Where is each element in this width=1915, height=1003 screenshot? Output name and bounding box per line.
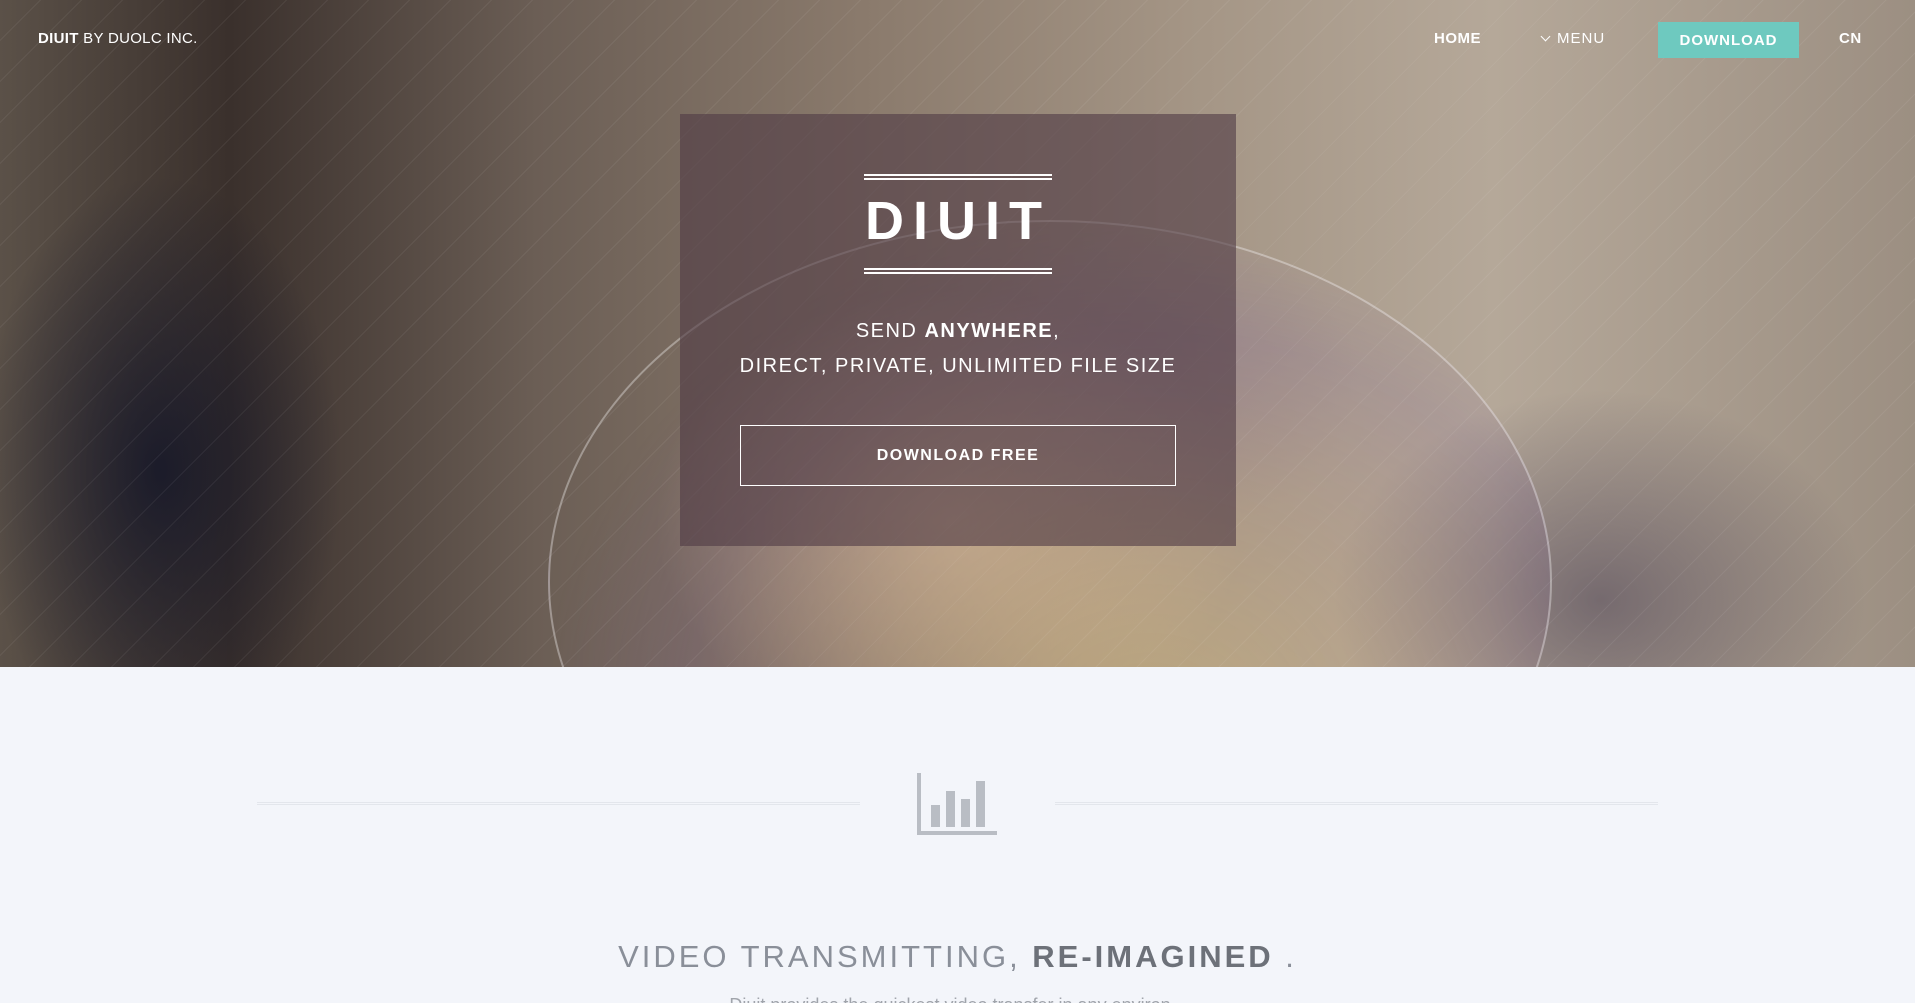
top-nav: DIUIT BY DUOLC INC. HOME MENU DOWNLOAD C… [0, 0, 1915, 80]
tagline-suffix: , [1053, 320, 1061, 342]
hero-tagline-line2: DIRECT, PRIVATE, UNLIMITED FILE SIZE [739, 355, 1177, 377]
bar-chart-icon [917, 773, 997, 835]
brand-suffix: BY DUOLC INC. [78, 30, 198, 47]
hero-panel: DIUIT SEND ANYWHERE, DIRECT, PRIVATE, UN… [680, 114, 1236, 546]
nav-home-link[interactable]: HOME [1434, 30, 1481, 47]
brand-name: DIUIT [38, 30, 79, 47]
features-section: VIDEO TRANSMITTING, RE-IMAGINED . Diuit … [0, 667, 1915, 1003]
headline-end: . [1273, 938, 1297, 974]
headline-bold: RE-IMAGINED [1032, 938, 1274, 974]
hero-section: DIUIT BY DUOLC INC. HOME MENU DOWNLOAD C… [0, 0, 1915, 667]
section-headline: VIDEO TRANSMITTING, RE-IMAGINED . [0, 939, 1915, 975]
divider-right [1055, 802, 1658, 805]
tagline-prefix: SEND [855, 320, 925, 342]
nav-menu-label: MENU [1557, 30, 1606, 47]
hero-tagline-line1: SEND ANYWHERE, [680, 320, 1236, 343]
headline-light: VIDEO TRANSMITTING, [618, 938, 1033, 974]
divider-left [257, 802, 860, 805]
download-free-button[interactable]: DOWNLOAD FREE [740, 425, 1176, 486]
section-body-text: Diuit provides the quickest video transf… [0, 991, 1915, 1003]
title-rule-bottom [864, 268, 1052, 274]
tagline-bold: ANYWHERE [924, 320, 1054, 342]
chevron-down-icon [1540, 31, 1551, 42]
language-switch-cn[interactable]: CN [1839, 30, 1862, 47]
title-rule-top [864, 174, 1052, 180]
nav-download-button[interactable]: DOWNLOAD [1658, 22, 1799, 58]
brand-logo[interactable]: DIUIT BY DUOLC INC. [38, 30, 198, 47]
nav-menu-dropdown[interactable]: MENU [1540, 30, 1606, 47]
hero-title: DIUIT [865, 191, 1051, 251]
